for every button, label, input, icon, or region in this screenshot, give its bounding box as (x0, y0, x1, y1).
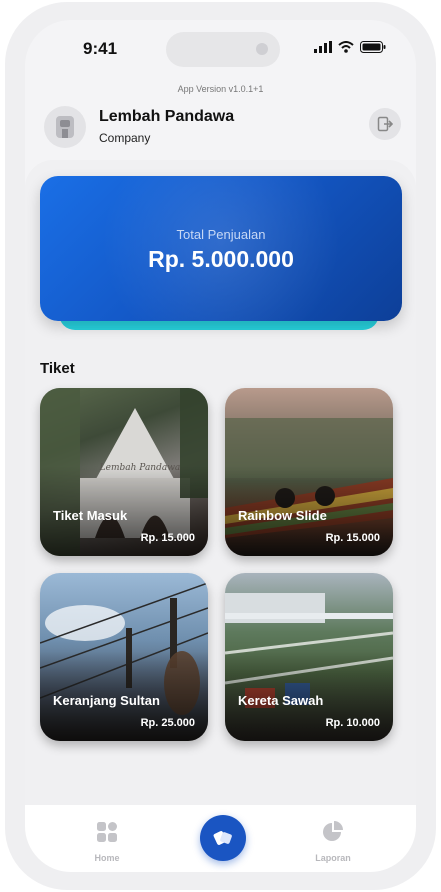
ticket-card-kereta-sawah[interactable]: Kereta Sawah Rp. 10.000 (225, 573, 393, 741)
company-logo-icon (56, 116, 74, 138)
ticket-name: Keranjang Sultan (53, 693, 160, 708)
logout-button[interactable] (369, 108, 401, 140)
company-avatar (44, 106, 86, 148)
ticket-name: Rainbow Slide (238, 508, 327, 523)
ticket-name: Tiket Masuk (53, 508, 128, 523)
sales-label: Total Penjualan (176, 227, 266, 242)
scan-icon (213, 831, 232, 845)
nav-home-label: Home (94, 853, 120, 863)
ticket-card-tiket-masuk[interactable]: Lembah Pandawa Tiket Masuk Rp. 15.000 (40, 388, 208, 556)
screen: 9:41 App Version v1.0.1+1 Lembah Pandawa… (25, 20, 416, 872)
battery-icon (360, 41, 386, 53)
ticket-name: Kereta Sawah (238, 693, 324, 708)
tickets-section-title: Tiket (40, 360, 75, 377)
dynamic-island (166, 32, 280, 67)
phone-frame: 9:41 App Version v1.0.1+1 Lembah Pandawa… (5, 2, 436, 890)
sales-value: Rp. 5.000.000 (148, 246, 294, 272)
ticket-card-keranjang-sultan[interactable]: Keranjang Sultan Rp. 25.000 (40, 573, 208, 741)
ticket-price: Rp. 10.000 (325, 717, 380, 729)
ticket-price: Rp. 15.000 (325, 532, 380, 544)
ticket-card-rainbow-slide[interactable]: Rainbow Slide Rp. 15.000 (225, 388, 393, 556)
nav-report-label: Laporan (315, 853, 351, 863)
pie-chart-icon (323, 821, 343, 841)
company-name: Lembah Pandawa (99, 108, 235, 125)
wifi-icon (338, 41, 354, 53)
scan-button[interactable] (200, 815, 246, 861)
camera-dot (256, 43, 268, 55)
app-version: App Version v1.0.1+1 (177, 84, 264, 94)
nav-report[interactable]: Laporan (293, 805, 373, 863)
home-grid-icon (97, 822, 117, 842)
nav-home[interactable]: Home (67, 805, 147, 863)
total-sales-card[interactable]: Total Penjualan Rp. 5.000.000 (40, 176, 402, 321)
ticket-price: Rp. 15.000 (140, 532, 195, 544)
status-time: 9:41 (83, 39, 118, 58)
status-icons (314, 41, 386, 53)
signal-icon (314, 41, 332, 53)
ticket-price: Rp. 25.000 (140, 717, 195, 729)
company-type: Company (99, 131, 151, 145)
logout-icon (377, 116, 393, 132)
